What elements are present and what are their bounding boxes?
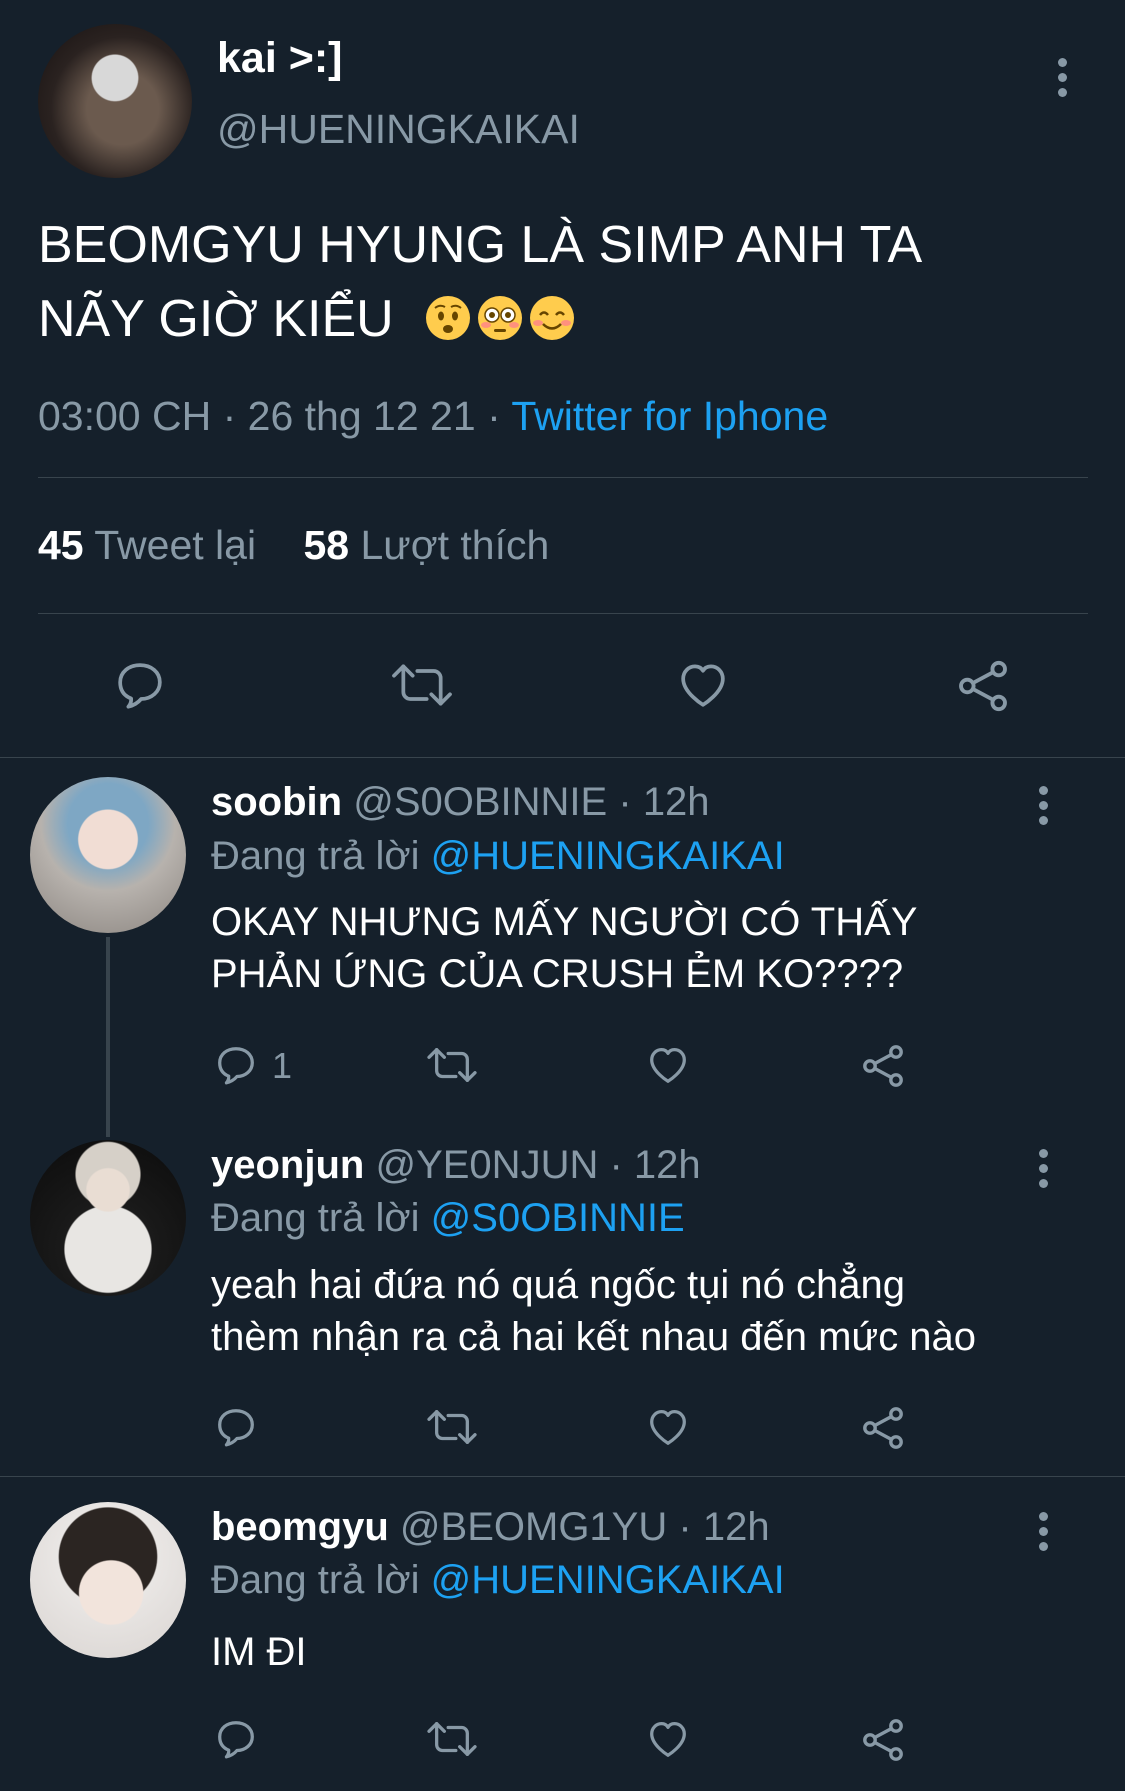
avatar[interactable] — [30, 1502, 186, 1658]
more-icon[interactable] — [1037, 1512, 1049, 1557]
separator-dot: · — [609, 1143, 623, 1187]
avatar[interactable] — [38, 24, 192, 178]
mention-link[interactable]: @S0OBINNIE — [431, 1196, 685, 1240]
divider — [38, 477, 1088, 478]
reply-time: 12h — [633, 1143, 701, 1187]
replying-label: Đang trả lời — [211, 834, 420, 878]
likes-label: Lượt thích — [360, 522, 550, 568]
retweets-label: Tweet lại — [94, 522, 257, 568]
like-icon[interactable] — [644, 1042, 692, 1088]
reply-text: OKAY NHƯNG MẤY NGƯỜI CÓ THẤY PHẢN ỨNG CỦ… — [211, 896, 917, 1000]
tweet-text-part: NÃY GIỜ KIỂU — [38, 290, 394, 348]
share-icon[interactable] — [859, 1716, 907, 1764]
tweet-text-line: BEOMGYU HYUNG LÀ SIMP ANH TA — [38, 216, 923, 274]
reply-icon[interactable] — [213, 1716, 259, 1762]
reply-time: 12h — [642, 780, 710, 824]
mention-link[interactable]: @HUENINGKAIKAI — [431, 1558, 785, 1602]
more-icon[interactable] — [1037, 786, 1049, 831]
tweet-meta: 03:00 CH · 26 thg 12 21 · Twitter for Ip… — [38, 393, 828, 440]
reply-icon[interactable] — [112, 657, 168, 713]
reply-header: beomgyu @BEOMG1YU · 12h — [211, 1505, 770, 1550]
reply-text-line: thèm nhận ra cả hai kết nhau đến mức nào — [211, 1315, 977, 1359]
worried-face-icon — [426, 296, 471, 340]
replying-to: Đang trả lời @HUENINGKAIKAI — [211, 834, 785, 879]
divider — [38, 613, 1088, 614]
likes-stat[interactable]: 58 Lượt thích — [303, 522, 549, 568]
reply-text: yeah hai đứa nó quá ngốc tụi nó chẳng th… — [211, 1259, 976, 1363]
tweet-text: BEOMGYU HYUNG LÀ SIMP ANH TA NÃY GIỜ KIỂ… — [38, 208, 922, 356]
separator-dot: · — [678, 1505, 692, 1549]
avatar[interactable] — [30, 777, 186, 933]
reply-time: 12h — [702, 1505, 770, 1549]
more-icon[interactable] — [1056, 58, 1068, 103]
reply-text-line: yeah hai đứa nó quá ngốc tụi nó chẳng — [211, 1263, 905, 1307]
more-icon[interactable] — [1037, 1149, 1049, 1194]
reply-header: soobin @S0OBINNIE · 12h — [211, 780, 710, 825]
display-name[interactable]: kai >:] — [217, 34, 342, 83]
display-name[interactable]: yeonjun — [211, 1143, 364, 1187]
like-icon[interactable] — [644, 1716, 692, 1762]
separator-dot: · — [487, 393, 512, 439]
reply-icon[interactable] — [213, 1404, 259, 1450]
likes-count: 58 — [303, 522, 350, 568]
smiling-face-icon — [530, 296, 575, 340]
separator-dot: · — [222, 393, 248, 439]
reply-icon[interactable] — [213, 1042, 259, 1088]
tweet-stats: 45 Tweet lại 58 Lượt thích — [38, 522, 549, 569]
share-icon[interactable] — [954, 657, 1012, 715]
tweet-time: 03:00 CH — [38, 393, 212, 439]
reply-text-line: PHẢN ỨNG CỦA CRUSH ẺM KO???? — [211, 952, 904, 996]
divider — [0, 757, 1125, 758]
retweet-icon[interactable] — [424, 1042, 480, 1088]
like-icon[interactable] — [644, 1404, 692, 1450]
tweet-source[interactable]: Twitter for Iphone — [511, 393, 828, 439]
handle[interactable]: @BEOMG1YU — [400, 1505, 667, 1549]
retweet-icon[interactable] — [388, 657, 456, 713]
emoji-group — [424, 290, 580, 348]
reply-text: IM ĐI — [211, 1626, 307, 1678]
reply-text-line: IM ĐI — [211, 1630, 307, 1674]
flushed-face-icon — [478, 296, 523, 340]
reply-count: 1 — [272, 1045, 293, 1086]
divider — [0, 1476, 1125, 1477]
handle[interactable]: @HUENINGKAIKAI — [217, 106, 580, 153]
reply-text-line: OKAY NHƯNG MẤY NGƯỜI CÓ THẤY — [211, 900, 918, 944]
tweet-date[interactable]: 26 thg 12 21 — [248, 393, 476, 439]
share-icon[interactable] — [859, 1404, 907, 1452]
retweet-icon[interactable] — [424, 1716, 480, 1762]
replying-label: Đang trả lời — [211, 1196, 420, 1240]
display-name[interactable]: soobin — [211, 780, 342, 824]
replying-to: Đang trả lời @S0OBINNIE — [211, 1196, 685, 1241]
mention-link[interactable]: @HUENINGKAIKAI — [431, 834, 785, 878]
replying-label: Đang trả lời — [211, 1558, 420, 1602]
handle[interactable]: @YE0NJUN — [375, 1143, 598, 1187]
share-icon[interactable] — [859, 1042, 907, 1090]
reply-header: yeonjun @YE0NJUN · 12h — [211, 1143, 701, 1188]
thread-line — [106, 937, 110, 1137]
retweets-count: 45 — [38, 522, 84, 568]
avatar[interactable] — [30, 1140, 186, 1296]
separator-dot: · — [618, 780, 632, 824]
replying-to: Đang trả lời @HUENINGKAIKAI — [211, 1558, 785, 1603]
retweets-stat[interactable]: 45 Tweet lại — [38, 522, 267, 568]
handle[interactable]: @S0OBINNIE — [353, 780, 607, 824]
display-name[interactable]: beomgyu — [211, 1505, 389, 1549]
like-icon[interactable] — [674, 657, 732, 713]
retweet-icon[interactable] — [424, 1404, 480, 1450]
tweet-text-line: NÃY GIỜ KIỂU — [38, 282, 922, 356]
